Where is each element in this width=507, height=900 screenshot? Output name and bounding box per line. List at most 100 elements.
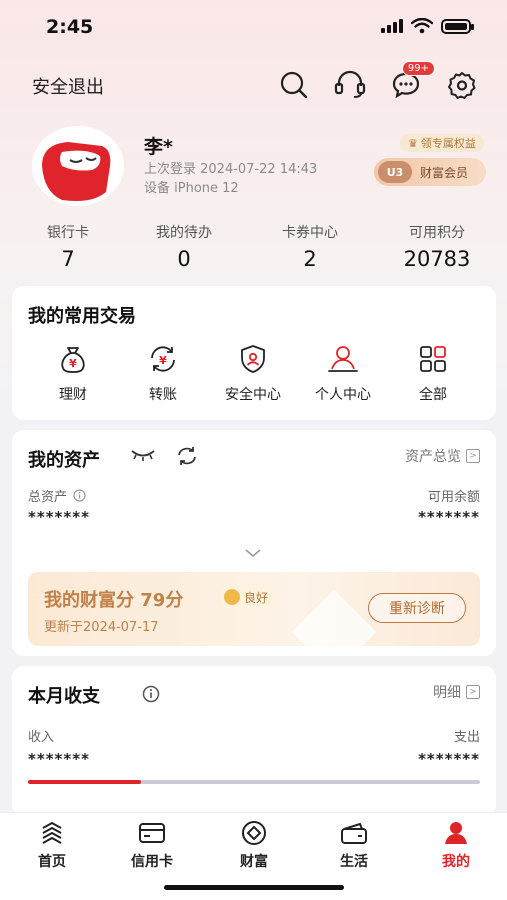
total-assets-label: 总资产 [28,486,86,505]
overview-label: 资产总览 [405,449,461,465]
stat-label: 我的待办 [156,225,212,241]
tab-label: 生活 [340,854,368,870]
home-indicator [164,885,344,890]
stats-row: 银行卡 7 我的待办 0 卡券中心 2 可用积分 20783 [0,222,507,272]
wealth-icon [242,821,266,845]
customer-service-button[interactable] [333,68,367,102]
user-name: 李* [144,136,173,158]
quick-item-all[interactable]: 全部 [388,344,478,404]
tab-label: 财富 [240,854,268,870]
profile-section: 李* 上次登录 2024-07-22 14:43 设备 iPhone 12 ♛ … [0,124,507,214]
assets-title: 我的资产 [28,450,100,471]
logout-button[interactable]: 安全退出 [32,73,104,99]
last-login-text: 上次登录 2024-07-22 14:43 [144,162,318,177]
stat-label: 银行卡 [47,225,89,241]
search-button[interactable] [277,68,311,102]
settings-button[interactable] [445,68,479,102]
income-label: 收入 [28,730,55,745]
crown-icon: ♛ [408,136,418,150]
tab-mine[interactable]: 我的 [416,819,496,871]
status-time: 2:45 [46,16,94,38]
eye-closed-icon[interactable] [130,448,156,462]
stat-points[interactable]: 可用积分 20783 [394,222,480,271]
tab-home[interactable]: 首页 [12,819,92,871]
mascot-avatar-icon [34,130,122,206]
device-text: 设备 iPhone 12 [144,181,239,196]
stat-value: 7 [61,247,75,271]
tab-label: 我的 [442,854,470,870]
quick-transactions-card: 我的常用交易 ¥ 理财 ¥ 转账 安全中心 个人中心 全部 [12,286,496,420]
svg-text:¥: ¥ [69,357,77,370]
info-icon[interactable] [73,489,86,502]
member-badge[interactable]: U3 财富会员 [374,158,486,186]
detail-label: 明细 [433,685,461,701]
wealth-score-title: 我的财富分 79分 [44,590,184,611]
income-share-fill [28,780,141,784]
person-icon [328,346,358,372]
chevron-right-icon: > [466,449,480,463]
total-assets-value: ******* [28,508,90,526]
monthly-detail-link[interactable]: 明细 > [433,682,480,702]
quick-item-wealth[interactable]: ¥ 理财 [28,344,118,404]
quick-item-label: 理财 [59,387,87,403]
avatar[interactable] [32,126,124,206]
messages-button[interactable]: 99+ [389,61,435,102]
wealth-updated-text: 更新于2024-07-17 [44,620,159,635]
wallet-icon [341,822,367,844]
income-value: ******* [28,750,90,768]
status-bar: 2:45 [0,0,507,56]
stat-value: 0 [177,247,191,271]
credit-card-icon [139,823,165,843]
stat-label: 卡券中心 [282,225,338,241]
transfer-icon: ¥ [151,346,175,372]
expense-value: ******* [418,750,480,768]
tab-life[interactable]: 生活 [314,819,394,871]
banner-decoration [291,589,377,646]
wealth-score-banner[interactable]: 我的财富分 79分 良好 更新于2024-07-17 重新诊断 [28,572,480,646]
income-expense-bar [28,780,480,784]
available-balance-value: ******* [418,508,480,526]
total-assets-text: 总资产 [28,490,68,505]
perk-label: 领专属权益 [420,137,476,150]
monthly-card: 本月收支 明细 > 收入 支出 ******* ******* [12,666,496,816]
headset-icon [334,70,366,98]
battery-icon [441,18,474,34]
member-level: U3 [378,161,412,183]
tab-wealth[interactable]: 财富 [214,819,294,871]
quick-item-personal[interactable]: 个人中心 [298,344,388,404]
top-bar: 安全退出 99+ [0,61,507,106]
stat-value: 20783 [403,247,471,271]
quick-item-security[interactable]: 安全中心 [208,344,298,404]
message-badge: 99+ [401,61,435,76]
rediagnose-button[interactable]: 重新诊断 [368,593,466,623]
wealth-tag-label: 良好 [244,590,269,605]
money-bag-icon: ¥ [61,347,85,373]
svg-text:¥: ¥ [159,354,167,367]
stat-bank-cards[interactable]: 银行卡 7 [30,222,106,271]
quick-item-label: 个人中心 [315,387,371,403]
signal-icon [381,19,403,33]
info-icon[interactable] [142,685,160,703]
expense-label: 支出 [453,730,480,745]
profile-icon [445,822,467,844]
quick-title: 我的常用交易 [28,306,136,327]
quick-item-label: 转账 [149,387,177,403]
perk-link[interactable]: ♛ 领专属权益 [400,134,484,152]
tab-credit-card[interactable]: 信用卡 [112,819,192,871]
wealth-score-tag: 良好 [220,586,277,608]
tab-label: 信用卡 [131,854,173,870]
gear-icon [448,72,476,99]
shield-icon [241,345,265,373]
stat-label: 可用积分 [409,225,465,241]
home-icon [42,822,62,844]
assets-overview-link[interactable]: 资产总览 > [405,446,480,466]
stat-value: 2 [303,247,317,271]
quick-item-transfer[interactable]: ¥ 转账 [118,344,208,404]
quick-item-label: 安全中心 [225,387,281,403]
stat-todo[interactable]: 我的待办 0 [146,222,222,271]
stat-coupons[interactable]: 卡券中心 2 [272,222,348,271]
refresh-icon[interactable] [176,446,198,466]
heart-icon [224,589,240,605]
tab-label: 首页 [38,854,66,870]
chevron-down-icon[interactable] [244,548,262,558]
